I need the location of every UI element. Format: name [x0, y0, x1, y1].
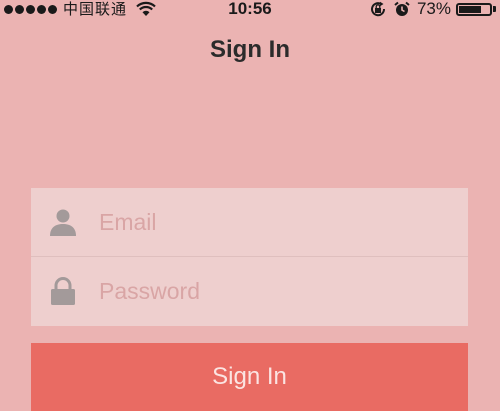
battery-tip	[493, 6, 496, 12]
battery-level	[459, 5, 481, 13]
email-field[interactable]	[99, 208, 439, 236]
status-bar: 中国联通 10:56 73%	[0, 0, 500, 18]
alarm-icon	[394, 1, 410, 16]
lock-icon	[51, 277, 75, 305]
password-field[interactable]	[99, 277, 439, 305]
login-form	[31, 188, 468, 326]
email-field-row	[31, 188, 468, 256]
battery-icon	[456, 2, 492, 16]
user-icon	[50, 209, 76, 236]
sign-in-button[interactable]: Sign In	[31, 343, 468, 411]
password-field-row	[31, 257, 468, 325]
rotation-lock-icon	[371, 1, 385, 17]
battery-percent: 73%	[416, 0, 451, 18]
status-right: 73%	[369, 0, 496, 18]
page-title: Sign In	[210, 36, 290, 63]
